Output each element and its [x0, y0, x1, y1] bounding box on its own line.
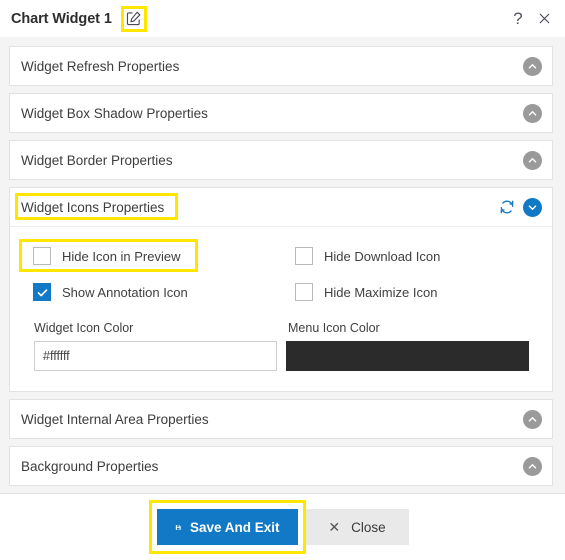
accordion-title: Widget Icons Properties [21, 199, 165, 215]
accordion-header[interactable]: Widget Refresh Properties [10, 47, 552, 85]
checkbox-label: Show Annotation Icon [62, 284, 188, 300]
color-fields-row: Widget Icon Color Menu Icon Color [24, 307, 536, 371]
save-and-exit-label: Save And Exit [189, 519, 280, 535]
close-button[interactable]: ✕ Close [305, 509, 409, 545]
chevron-down-icon[interactable] [523, 197, 542, 217]
accordion-background-properties: Background Properties [9, 446, 553, 486]
checkbox-box[interactable] [33, 283, 51, 301]
accordion-header[interactable]: Background Properties [10, 447, 552, 485]
close-x-icon: ✕ [328, 518, 341, 535]
widget-icons-properties-content: Hide Icon in Preview Show Annotation Ico… [10, 226, 552, 391]
accordion-widget-refresh-properties: Widget Refresh Properties [9, 46, 553, 86]
menu-icon-color-swatch[interactable] [286, 341, 529, 371]
checkbox-box[interactable] [295, 283, 313, 301]
accordion-title: Widget Box Shadow Properties [21, 105, 208, 121]
checkbox-column-left: Hide Icon in Preview Show Annotation Ico… [19, 237, 280, 307]
checkbox-label: Hide Maximize Icon [324, 284, 438, 300]
accordion-header[interactable]: Widget Border Properties [10, 141, 552, 179]
refresh-icon [500, 200, 514, 214]
edit-pencil-square-icon [127, 11, 141, 26]
accordion-controls [523, 456, 542, 476]
accordion-header[interactable]: Widget Icons Properties [10, 188, 552, 226]
checkbox-label: Hide Download Icon [324, 248, 441, 264]
accordion-controls [523, 409, 542, 429]
checkbox-hide-maximize-icon[interactable]: Hide Maximize Icon [286, 277, 536, 307]
page-title: Chart Widget 1 [11, 10, 112, 27]
accordion-title: Widget Internal Area Properties [21, 411, 209, 427]
dialog-footer: Save And Exit ✕ Close [0, 493, 565, 560]
save-and-exit-wrapper: Save And Exit [148, 500, 306, 554]
widget-icon-color-label: Widget Icon Color [34, 321, 134, 335]
checkbox-show-annotation-icon[interactable]: Show Annotation Icon [24, 277, 272, 307]
accordion-controls [499, 197, 542, 217]
chevron-up-icon[interactable] [523, 56, 542, 76]
widget-icon-color-input[interactable] [34, 341, 277, 371]
chevron-up-icon[interactable] [523, 103, 542, 123]
dialog-titlebar: Chart Widget 1 ? [0, 0, 565, 37]
checkbox-row-1: Hide Icon in Preview Show Annotation Ico… [19, 237, 536, 307]
accordion-widget-internal-area-properties: Widget Internal Area Properties [9, 399, 553, 439]
accordion-widget-box-shadow-properties: Widget Box Shadow Properties [9, 93, 553, 133]
accordion-controls [523, 150, 542, 170]
accordion-title: Widget Refresh Properties [21, 58, 180, 74]
widget-icon-color-group: Widget Icon Color [24, 307, 280, 371]
accordion-header[interactable]: Widget Internal Area Properties [10, 400, 552, 438]
accordion-controls [523, 56, 542, 76]
close-icon [539, 13, 549, 24]
checkbox-label: Hide Icon in Preview [62, 248, 181, 264]
checkbox-hide-download-icon[interactable]: Hide Download Icon [286, 241, 536, 271]
checkbox-column-right: Hide Download Icon Hide Maximize Icon [280, 237, 536, 307]
accordion-title: Background Properties [21, 458, 159, 474]
chevron-up-icon[interactable] [523, 409, 542, 429]
help-button[interactable]: ? [507, 8, 529, 30]
edit-title-button[interactable] [120, 5, 147, 32]
accordion-title: Widget Border Properties [21, 152, 173, 168]
chevron-up-icon[interactable] [523, 150, 542, 170]
accordion-widget-icons-properties: Widget Icons Properties Hide Icon in Pre… [9, 187, 553, 392]
menu-icon-color-group: Menu Icon Color [280, 307, 536, 371]
save-and-exit-button[interactable]: Save And Exit [156, 509, 298, 545]
close-button-label: Close [351, 519, 386, 535]
accordion-controls [523, 103, 542, 123]
checkbox-box[interactable] [295, 247, 313, 265]
properties-scroll-area[interactable]: Widget Refresh Properties Widget Box Sha… [0, 37, 565, 493]
accordion-widget-border-properties: Widget Border Properties [9, 140, 553, 180]
menu-icon-color-label: Menu Icon Color [288, 321, 380, 335]
checkbox-box[interactable] [33, 247, 51, 265]
check-icon [37, 288, 47, 296]
refresh-button[interactable] [499, 199, 515, 215]
save-floppy-icon [175, 524, 181, 530]
checkbox-hide-icon-in-preview[interactable]: Hide Icon in Preview [19, 239, 272, 272]
chevron-up-icon[interactable] [523, 456, 542, 476]
accordion-header[interactable]: Widget Box Shadow Properties [10, 94, 552, 132]
close-dialog-button[interactable] [533, 8, 555, 30]
